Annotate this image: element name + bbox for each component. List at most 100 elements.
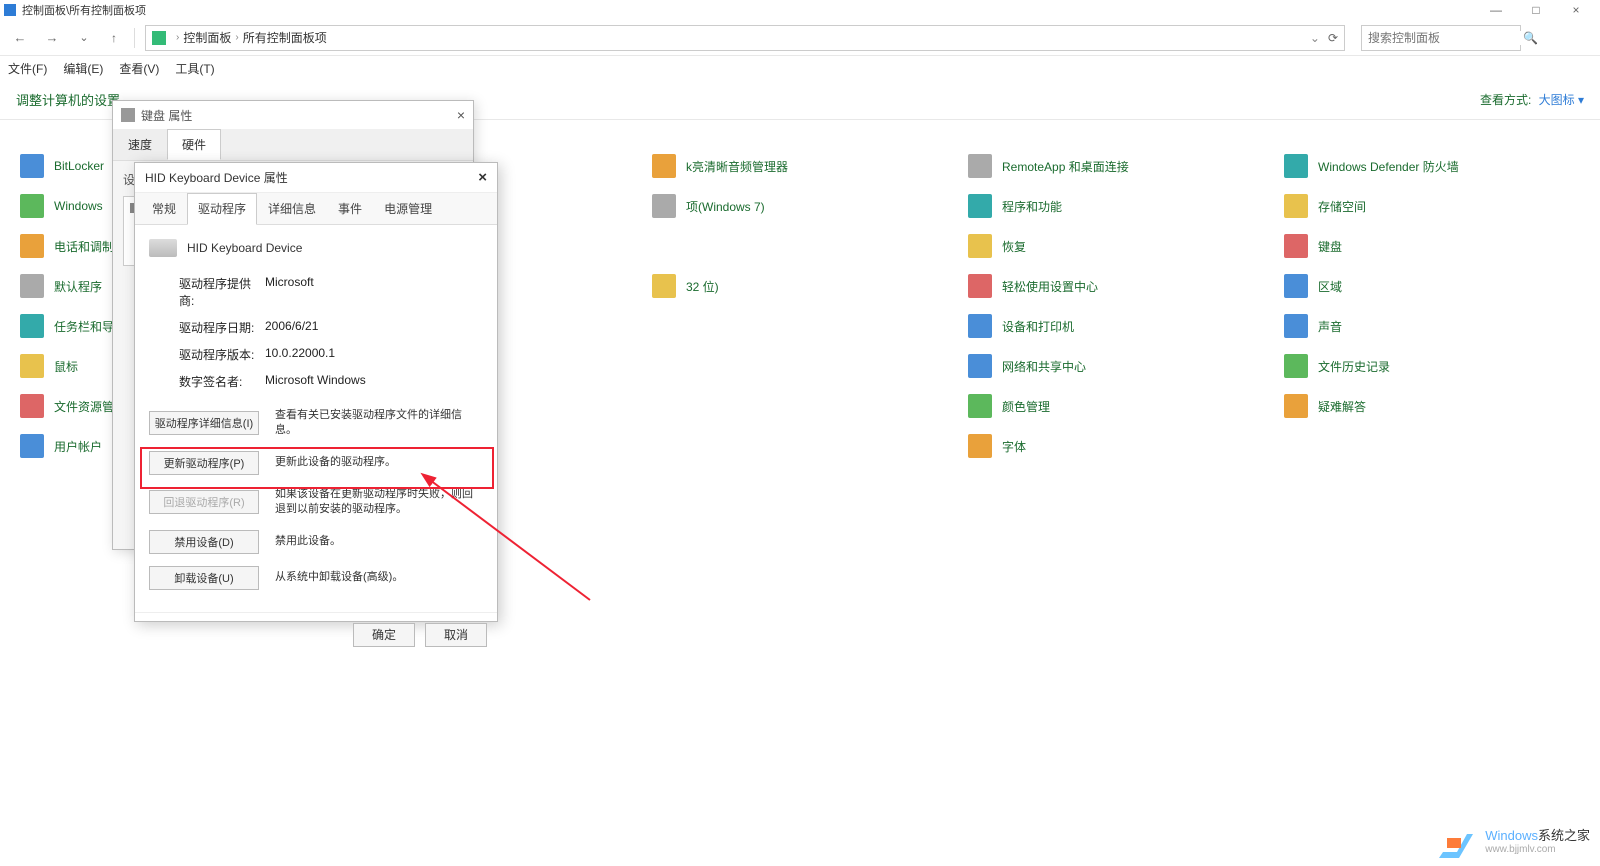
tab-events[interactable]: 事件 xyxy=(327,193,373,224)
control-panel-item[interactable] xyxy=(652,310,948,342)
dialog1-close-button[interactable]: × xyxy=(457,107,465,123)
control-panel-item[interactable]: 轻松使用设置中心 xyxy=(968,270,1264,302)
address-dropdown-icon[interactable]: ⌄ xyxy=(1310,31,1320,45)
control-panel-item[interactable]: RemoteApp 和桌面连接 xyxy=(968,150,1264,182)
cp-item-icon xyxy=(968,274,992,298)
cp-item-icon xyxy=(20,194,44,218)
control-panel-item[interactable]: 文件历史记录 xyxy=(1284,350,1580,382)
cp-item-icon xyxy=(1284,394,1308,418)
dialog1-title: 键盘 属性 xyxy=(141,107,192,124)
tab-hardware[interactable]: 硬件 xyxy=(167,129,221,160)
control-panel-item[interactable]: 声音 xyxy=(1284,310,1580,342)
breadcrumb-part-1[interactable]: 控制面板 xyxy=(183,29,231,46)
tab-driver[interactable]: 驱动程序 xyxy=(187,193,257,225)
maximize-button[interactable]: □ xyxy=(1516,0,1556,20)
dialog2-titlebar[interactable]: HID Keyboard Device 属性 × xyxy=(135,163,497,193)
control-panel-item[interactable]: 程序和功能 xyxy=(968,190,1264,222)
cp-item-label: 颜色管理 xyxy=(1002,398,1050,415)
dialog1-titlebar[interactable]: 键盘 属性 × xyxy=(113,101,473,129)
provider-value: Microsoft xyxy=(265,275,314,309)
menu-tools[interactable]: 工具(T) xyxy=(175,60,214,77)
driver-details-button[interactable]: 驱动程序详细信息(I) xyxy=(149,411,259,435)
control-panel-item[interactable]: 项(Windows 7) xyxy=(652,190,948,222)
nav-bar: ← → ⌄ ↑ › 控制面板 › 所有控制面板项 ⌄ ⟳ 🔍 xyxy=(0,20,1600,56)
cp-item-icon xyxy=(968,434,992,458)
view-by-dropdown[interactable]: 大图标 ▾ xyxy=(1539,93,1584,107)
control-panel-item[interactable]: 键盘 xyxy=(1284,230,1580,262)
driver-details-desc: 查看有关已安装驱动程序文件的详细信息。 xyxy=(275,408,483,439)
menu-view[interactable]: 查看(V) xyxy=(119,60,159,77)
menu-file[interactable]: 文件(F) xyxy=(8,60,47,77)
window-title: 控制面板\所有控制面板项 xyxy=(22,2,146,18)
nav-separator xyxy=(134,28,135,48)
search-input[interactable] xyxy=(1368,31,1523,45)
cp-item-icon xyxy=(1284,274,1308,298)
control-panel-icon xyxy=(152,31,166,45)
view-by: 查看方式: 大图标 ▾ xyxy=(1480,91,1584,108)
cp-item-icon xyxy=(20,314,44,338)
cp-item-label: 轻松使用设置中心 xyxy=(1002,278,1098,295)
cp-item-icon xyxy=(1284,314,1308,338)
control-panel-item[interactable] xyxy=(652,230,948,262)
cp-item-label: 鼠标 xyxy=(54,358,78,375)
control-panel-item[interactable] xyxy=(652,350,948,382)
cp-item-label: 键盘 xyxy=(1318,238,1342,255)
uninstall-device-button[interactable]: 卸载设备(U) xyxy=(149,566,259,590)
watermark-suffix: 系统之家 xyxy=(1538,828,1590,843)
version-value: 10.0.22000.1 xyxy=(265,346,335,363)
cp-item-label: BitLocker xyxy=(54,159,104,173)
update-driver-button[interactable]: 更新驱动程序(P) xyxy=(149,451,259,475)
cp-item-label: 文件资源管 xyxy=(54,398,114,415)
cp-item-label: RemoteApp 和桌面连接 xyxy=(1002,158,1129,175)
control-panel-item[interactable] xyxy=(1284,430,1580,462)
cp-item-label: 文件历史记录 xyxy=(1318,358,1390,375)
recent-dropdown[interactable]: ⌄ xyxy=(72,26,96,50)
tab-power[interactable]: 电源管理 xyxy=(373,193,443,224)
up-button[interactable]: ↑ xyxy=(104,28,124,48)
keyboard-icon xyxy=(149,239,177,257)
tab-details[interactable]: 详细信息 xyxy=(257,193,327,224)
cp-item-label: 电话和调制 xyxy=(54,238,114,255)
control-panel-item[interactable]: 32 位) xyxy=(652,270,948,302)
breadcrumb-part-2[interactable]: 所有控制面板项 xyxy=(243,29,327,46)
close-button[interactable]: × xyxy=(1556,0,1596,20)
control-panel-item[interactable]: 字体 xyxy=(968,430,1264,462)
cp-item-label: Windows Defender 防火墙 xyxy=(1318,158,1459,175)
control-panel-item[interactable]: 网络和共享中心 xyxy=(968,350,1264,382)
control-panel-item[interactable]: 存储空间 xyxy=(1284,190,1580,222)
dialog2-tabs: 常规 驱动程序 详细信息 事件 电源管理 xyxy=(135,193,497,225)
dialog2-title: HID Keyboard Device 属性 xyxy=(145,169,288,186)
control-panel-item[interactable]: 颜色管理 xyxy=(968,390,1264,422)
tab-general[interactable]: 常规 xyxy=(141,193,187,224)
control-panel-item[interactable] xyxy=(652,390,948,422)
menu-edit[interactable]: 编辑(E) xyxy=(63,60,103,77)
menu-bar: 文件(F) 编辑(E) 查看(V) 工具(T) xyxy=(0,56,1600,80)
dialog2-close-button[interactable]: × xyxy=(478,169,487,186)
update-driver-desc: 更新此设备的驱动程序。 xyxy=(275,455,483,470)
forward-button[interactable]: → xyxy=(40,26,64,50)
cp-item-icon xyxy=(1284,194,1308,218)
control-panel-item[interactable]: 疑难解答 xyxy=(1284,390,1580,422)
cp-item-label: 存储空间 xyxy=(1318,198,1366,215)
back-button[interactable]: ← xyxy=(8,26,32,50)
rollback-driver-button[interactable]: 回退驱动程序(R) xyxy=(149,490,259,514)
control-panel-item[interactable]: Windows Defender 防火墙 xyxy=(1284,150,1580,182)
hid-keyboard-properties-dialog: HID Keyboard Device 属性 × 常规 驱动程序 详细信息 事件… xyxy=(134,162,498,622)
control-panel-item[interactable]: 恢复 xyxy=(968,230,1264,262)
refresh-button[interactable]: ⟳ xyxy=(1328,31,1338,45)
disable-device-button[interactable]: 禁用设备(D) xyxy=(149,530,259,554)
control-panel-item[interactable]: k亮清晰音频管理器 xyxy=(652,150,948,182)
control-panel-item[interactable]: 设备和打印机 xyxy=(968,310,1264,342)
cancel-button[interactable]: 取消 xyxy=(425,623,487,647)
search-box[interactable]: 🔍 xyxy=(1361,25,1521,51)
minimize-button[interactable]: — xyxy=(1476,0,1516,20)
control-panel-item[interactable]: 区域 xyxy=(1284,270,1580,302)
keyboard-icon xyxy=(121,108,135,122)
cp-item-label: 设备和打印机 xyxy=(1002,318,1074,335)
tab-speed[interactable]: 速度 xyxy=(113,129,167,160)
control-panel-item[interactable] xyxy=(652,430,948,462)
address-bar[interactable]: › 控制面板 › 所有控制面板项 ⌄ ⟳ xyxy=(145,25,1345,51)
signer-value: Microsoft Windows xyxy=(265,373,366,390)
cp-item-icon xyxy=(968,354,992,378)
ok-button[interactable]: 确定 xyxy=(353,623,415,647)
